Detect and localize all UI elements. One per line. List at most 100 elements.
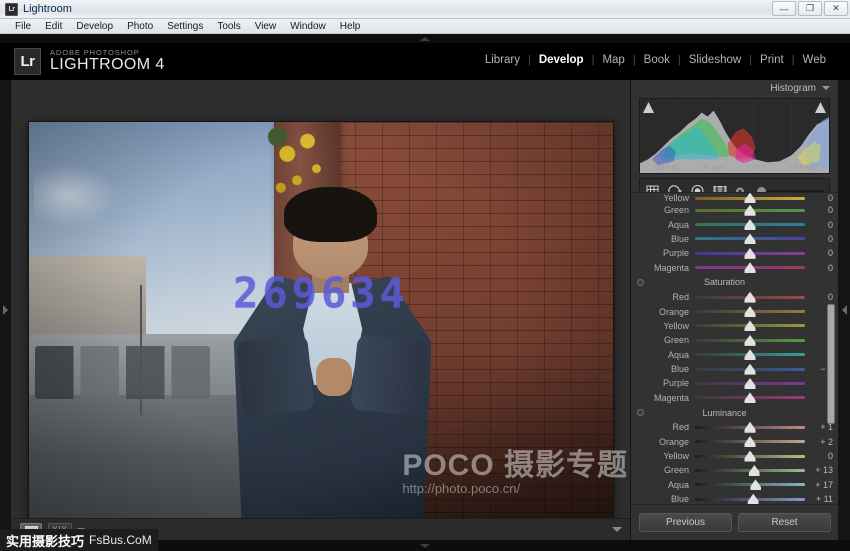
luminance-track-yellow[interactable] [695, 455, 805, 458]
saturation-knob-purple[interactable] [745, 378, 756, 389]
saturation-slider-green[interactable]: Green 0 [631, 333, 839, 347]
saturation-knob-red[interactable] [745, 292, 756, 303]
luminance-slider-yellow[interactable]: Yellow 0 [631, 449, 839, 463]
saturation-knob-green[interactable] [745, 335, 756, 346]
top-panel-toggle[interactable] [0, 34, 850, 43]
module-book[interactable]: Book [636, 54, 678, 66]
luminance-slider-green[interactable]: Green + 13 [631, 463, 839, 477]
menu-edit[interactable]: Edit [38, 19, 69, 33]
module-web[interactable]: Web [795, 54, 834, 66]
luminance-knob-yellow[interactable] [745, 451, 756, 462]
hue-label-yellow: Yellow [637, 193, 695, 203]
reset-button[interactable]: Reset [738, 513, 831, 532]
saturation-slider-aqua[interactable]: Aqua 0 [631, 348, 839, 362]
saturation-track-red[interactable] [695, 296, 805, 299]
saturation-track-green[interactable] [695, 339, 805, 342]
module-print[interactable]: Print [752, 54, 792, 66]
hue-slider-purple[interactable]: Purple 0 [631, 246, 839, 260]
saturation-slider-magenta[interactable]: Magenta 0 [631, 391, 839, 405]
saturation-knob-aqua[interactable] [745, 349, 756, 360]
previous-button[interactable]: Previous [639, 513, 732, 532]
menu-file[interactable]: File [8, 19, 38, 33]
hue-track-green[interactable] [695, 209, 805, 212]
luminance-track-blue[interactable] [695, 498, 805, 501]
right-panel-toggle[interactable] [838, 80, 850, 540]
histogram-graph[interactable]: ISO 640 35 mm f / 2.5 1/50 sec [639, 98, 830, 174]
luminance-track-red[interactable] [695, 426, 805, 429]
chevron-down-icon[interactable] [822, 86, 830, 90]
hue-track-purple[interactable] [695, 252, 805, 255]
luminance-track-orange[interactable] [695, 440, 805, 443]
lightroom-workspace: Lr ADOBE PHOTOSHOP LIGHTROOM 4 Library |… [0, 34, 850, 551]
saturation-track-blue[interactable] [695, 368, 805, 371]
luminance-knob-aqua[interactable] [750, 479, 761, 490]
saturation-track-orange[interactable] [695, 310, 805, 313]
hue-track-magenta[interactable] [695, 266, 805, 269]
targeted-adjustment-icon-saturation[interactable] [637, 279, 644, 286]
menu-develop[interactable]: Develop [69, 19, 120, 33]
menu-tools[interactable]: Tools [210, 19, 247, 33]
luminance-knob-red[interactable] [745, 422, 756, 433]
left-panel-toggle[interactable] [0, 80, 12, 540]
hue-knob-green[interactable] [745, 205, 756, 216]
hue-knob-magenta[interactable] [745, 262, 756, 273]
saturation-track-yellow[interactable] [695, 324, 805, 327]
saturation-slider-orange[interactable]: Orange 0 [631, 304, 839, 318]
luminance-knob-blue[interactable] [748, 494, 759, 504]
hue-track-blue[interactable] [695, 237, 805, 240]
photo-frame[interactable]: 269634 [29, 122, 613, 529]
hue-slider-blue[interactable]: Blue 0 [631, 232, 839, 246]
hue-knob-blue[interactable] [745, 233, 756, 244]
luminance-slider-aqua[interactable]: Aqua + 17 [631, 478, 839, 492]
luminance-slider-blue[interactable]: Blue + 11 [631, 492, 839, 504]
saturation-slider-purple[interactable]: Purple 0 [631, 376, 839, 390]
saturation-knob-orange[interactable] [745, 306, 756, 317]
menu-photo[interactable]: Photo [120, 19, 160, 33]
module-develop[interactable]: Develop [531, 54, 592, 66]
luminance-track-green[interactable] [695, 469, 805, 472]
saturation-section-header[interactable]: Saturation [631, 275, 839, 290]
luminance-knob-green[interactable] [749, 465, 760, 476]
menu-settings[interactable]: Settings [160, 19, 210, 33]
menu-view[interactable]: View [248, 19, 284, 33]
saturation-knob-blue[interactable] [745, 364, 756, 375]
saturation-slider-yellow[interactable]: Yellow 0 [631, 319, 839, 333]
minimize-button[interactable]: — [772, 1, 796, 16]
hue-knob-yellow[interactable] [745, 193, 756, 203]
maximize-button[interactable]: ❐ [798, 1, 822, 16]
luminance-track-aqua[interactable] [695, 483, 805, 486]
module-slideshow[interactable]: Slideshow [681, 54, 749, 66]
module-library[interactable]: Library [477, 54, 528, 66]
hue-slider-yellow[interactable]: Yellow 0 [631, 193, 839, 203]
menu-window[interactable]: Window [283, 19, 333, 33]
hue-slider-magenta[interactable]: Magenta 0 [631, 261, 839, 275]
saturation-track-magenta[interactable] [695, 396, 805, 399]
hue-knob-purple[interactable] [745, 248, 756, 259]
saturation-track-purple[interactable] [695, 382, 805, 385]
module-map[interactable]: Map [594, 54, 632, 66]
luminance-slider-orange[interactable]: Orange + 2 [631, 434, 839, 448]
toolbar-chevron-down-icon[interactable] [612, 527, 622, 532]
hue-slider-aqua[interactable]: Aqua 0 [631, 217, 839, 231]
saturation-track-aqua[interactable] [695, 353, 805, 356]
menu-help[interactable]: Help [333, 19, 368, 33]
hue-track-yellow[interactable] [695, 197, 805, 200]
window-controls: — ❐ ✕ [772, 1, 848, 16]
module-picker: Library | Develop | Map | Book | Slidesh… [477, 54, 834, 66]
hue-knob-aqua[interactable] [745, 219, 756, 230]
saturation-slider-red[interactable]: Red 0 [631, 290, 839, 304]
saturation-knob-yellow[interactable] [745, 320, 756, 331]
targeted-adjustment-icon-luminance[interactable] [637, 409, 644, 416]
close-button[interactable]: ✕ [824, 1, 848, 16]
hue-track-aqua[interactable] [695, 223, 805, 226]
saturation-slider-blue[interactable]: Blue − 1 [631, 362, 839, 376]
luminance-knob-orange[interactable] [745, 436, 756, 447]
luminance-section-header[interactable]: Luminance [631, 405, 839, 420]
saturation-knob-magenta[interactable] [745, 392, 756, 403]
luminance-label-aqua: Aqua [637, 480, 695, 490]
identity-plate-bar: Lr ADOBE PHOTOSHOP LIGHTROOM 4 Library |… [0, 43, 850, 80]
hue-slider-green[interactable]: Green 0 [631, 203, 839, 217]
right-panel-scrollbar[interactable] [827, 304, 835, 424]
histogram-panel-header[interactable]: Histogram [631, 80, 838, 96]
luminance-slider-red[interactable]: Red + 1 [631, 420, 839, 434]
